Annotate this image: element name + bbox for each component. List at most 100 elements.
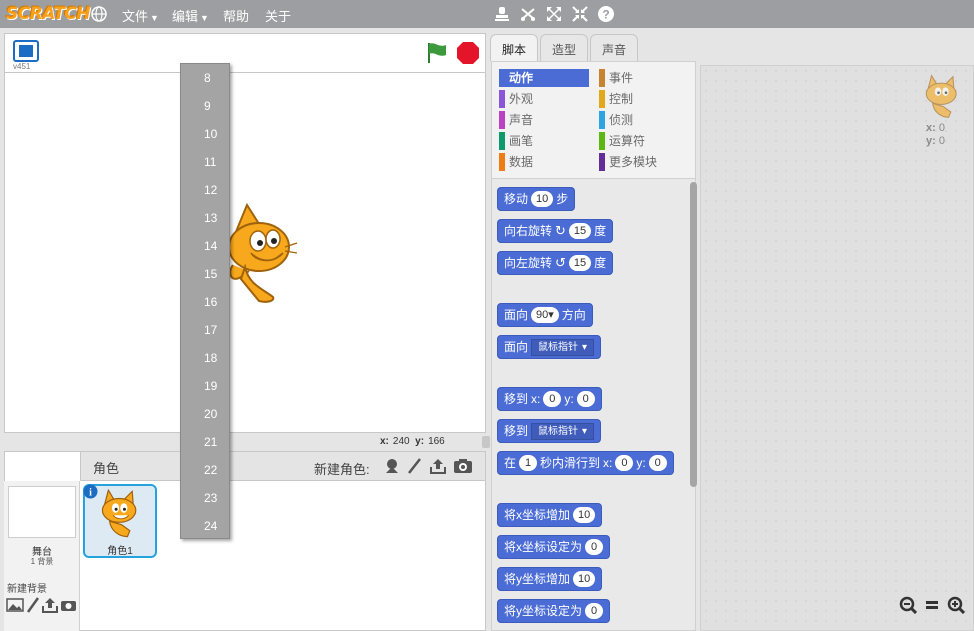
block-goto[interactable]: 移到 鼠标指针 bbox=[497, 419, 602, 443]
edit-menu[interactable]: 编辑 ▼ bbox=[172, 6, 209, 25]
x-set-input[interactable]: 0 bbox=[585, 539, 604, 555]
upload-icon[interactable] bbox=[429, 457, 447, 475]
dropdown-item[interactable]: 23 bbox=[181, 484, 229, 512]
category-sound[interactable]: 声音 bbox=[499, 111, 533, 129]
stop-sign-icon[interactable] bbox=[456, 41, 480, 65]
dropdown-item[interactable]: 12 bbox=[181, 176, 229, 204]
stage-canvas[interactable] bbox=[4, 72, 486, 433]
y-change-input[interactable]: 10 bbox=[573, 571, 596, 587]
backdrop-count: 1 背景 bbox=[30, 557, 54, 566]
seconds-input[interactable]: 1 bbox=[519, 455, 538, 471]
y-input[interactable]: 0 bbox=[648, 455, 667, 471]
degrees-input[interactable]: 15 bbox=[568, 223, 592, 239]
x-input[interactable]: 0 bbox=[615, 455, 634, 471]
dropdown-item[interactable]: 16 bbox=[181, 288, 229, 316]
sprite-pane-header: 角色 新建角色: bbox=[80, 451, 486, 481]
dropdown-item[interactable]: 18 bbox=[181, 344, 229, 372]
info-icon[interactable]: i bbox=[83, 484, 98, 499]
tab-scripts[interactable]: 脚本 bbox=[490, 34, 539, 61]
dropdown-item[interactable]: 14 bbox=[181, 232, 229, 260]
cat-sprite-icon[interactable] bbox=[223, 201, 298, 305]
dropdown-item[interactable]: 17 bbox=[181, 316, 229, 344]
steps-input[interactable]: 10 bbox=[531, 191, 554, 207]
dropdown-item[interactable]: 8 bbox=[181, 64, 229, 92]
y-set-input[interactable]: 0 bbox=[585, 603, 604, 619]
rotate-right-icon: ↻ bbox=[555, 223, 566, 238]
dropdown-item[interactable]: 10 bbox=[181, 120, 229, 148]
dropdown-item[interactable]: 22 bbox=[181, 456, 229, 484]
dropdown-item[interactable]: 15 bbox=[181, 260, 229, 288]
sprite-library-icon[interactable] bbox=[383, 457, 401, 475]
file-menu[interactable]: 文件 ▼ bbox=[122, 6, 159, 25]
fullscreen-icon[interactable] bbox=[13, 40, 39, 62]
category-control[interactable]: 控制 bbox=[599, 90, 633, 108]
block-turn-left[interactable]: 向左旋转 ↺ 15 度 bbox=[497, 251, 614, 275]
green-flag-icon[interactable] bbox=[425, 41, 449, 65]
block-text: 移动 bbox=[504, 192, 529, 206]
upload-backdrop-icon[interactable] bbox=[42, 597, 58, 613]
target-dropdown[interactable]: 鼠标指针 bbox=[531, 422, 595, 440]
degrees-input[interactable]: 15 bbox=[568, 255, 592, 271]
cut-scissors-icon[interactable] bbox=[519, 5, 537, 23]
block-set-x[interactable]: 将x坐标设定为 0 bbox=[497, 535, 611, 559]
grow-icon[interactable] bbox=[545, 5, 563, 23]
stage-thumbnail[interactable] bbox=[8, 486, 76, 538]
script-area[interactable] bbox=[700, 65, 974, 631]
dropdown-item[interactable]: 11 bbox=[181, 148, 229, 176]
camera-icon[interactable] bbox=[453, 457, 473, 475]
dropdown-item[interactable]: 20 bbox=[181, 400, 229, 428]
block-text: y: bbox=[636, 456, 646, 470]
x-change-input[interactable]: 10 bbox=[573, 507, 596, 523]
x-input[interactable]: 0 bbox=[543, 391, 562, 407]
y-input[interactable]: 0 bbox=[576, 391, 595, 407]
paint-backdrop-icon[interactable] bbox=[26, 597, 40, 613]
duplicate-stamp-icon[interactable] bbox=[493, 5, 511, 23]
camera-backdrop-icon[interactable] bbox=[60, 598, 77, 612]
block-change-x[interactable]: 将x坐标增加 10 bbox=[497, 503, 603, 527]
category-looks[interactable]: 外观 bbox=[499, 90, 533, 108]
block-text: 将x坐标设定为 bbox=[504, 540, 583, 554]
globe-icon[interactable] bbox=[90, 5, 108, 23]
block-glide[interactable]: 在 1 秒内滑行到 x: 0 y: 0 bbox=[497, 451, 674, 475]
dropdown-item[interactable]: 9 bbox=[181, 92, 229, 120]
category-pen[interactable]: 画笔 bbox=[499, 132, 533, 150]
help-circle-icon[interactable]: ? bbox=[597, 5, 615, 23]
dropdown-item[interactable]: 19 bbox=[181, 372, 229, 400]
tab-costumes[interactable]: 造型 bbox=[540, 34, 589, 61]
category-events[interactable]: 事件 bbox=[599, 69, 633, 87]
sprite-card[interactable]: i 角色1 bbox=[83, 484, 157, 558]
svg-text:i: i bbox=[89, 488, 92, 499]
block-move-steps[interactable]: 移动 10 步 bbox=[497, 187, 576, 211]
block-point-direction[interactable]: 面向 90▾ 方向 bbox=[497, 303, 593, 327]
dropdown-item[interactable]: 24 bbox=[181, 512, 229, 540]
block-change-y[interactable]: 将y坐标增加 10 bbox=[497, 567, 603, 591]
category-operators[interactable]: 运算符 bbox=[599, 132, 645, 150]
about-menu[interactable]: 关于 bbox=[265, 6, 291, 25]
category-data[interactable]: 数据 bbox=[499, 153, 533, 171]
shrink-icon[interactable] bbox=[571, 5, 589, 23]
collapse-stage-handle[interactable] bbox=[482, 436, 490, 448]
category-sensing[interactable]: 侦测 bbox=[599, 111, 633, 129]
zoom-reset-icon[interactable] bbox=[923, 596, 941, 614]
tab-sounds[interactable]: 声音 bbox=[590, 34, 638, 61]
scratch-logo[interactable]: SCRATCH bbox=[6, 4, 91, 24]
version-label: v451 bbox=[13, 62, 31, 71]
palette-scrollbar[interactable] bbox=[690, 182, 697, 487]
block-text: 向左旋转 bbox=[504, 256, 553, 270]
direction-input[interactable]: 90▾ bbox=[531, 307, 559, 323]
paint-brush-icon[interactable] bbox=[405, 457, 423, 475]
block-set-y[interactable]: 将y坐标设定为 0 bbox=[497, 599, 611, 623]
category-more-blocks[interactable]: 更多模块 bbox=[599, 153, 657, 171]
category-motion[interactable]: 动作 bbox=[499, 69, 589, 87]
help-menu[interactable]: 帮助 bbox=[223, 6, 249, 25]
block-turn-right[interactable]: 向右旋转 ↻ 15 度 bbox=[497, 219, 614, 243]
zoom-out-icon[interactable] bbox=[899, 596, 917, 614]
block-goto-xy[interactable]: 移到 x: 0 y: 0 bbox=[497, 387, 602, 411]
dropdown-item[interactable]: 13 bbox=[181, 204, 229, 232]
block-point-towards[interactable]: 面向 鼠标指针 bbox=[497, 335, 602, 359]
dropdown-item[interactable]: 21 bbox=[181, 428, 229, 456]
target-dropdown[interactable]: 鼠标指针 bbox=[531, 338, 595, 356]
zoom-in-icon[interactable] bbox=[947, 596, 965, 614]
block-text: 移到 bbox=[504, 424, 529, 438]
backdrop-library-icon[interactable] bbox=[6, 597, 24, 613]
